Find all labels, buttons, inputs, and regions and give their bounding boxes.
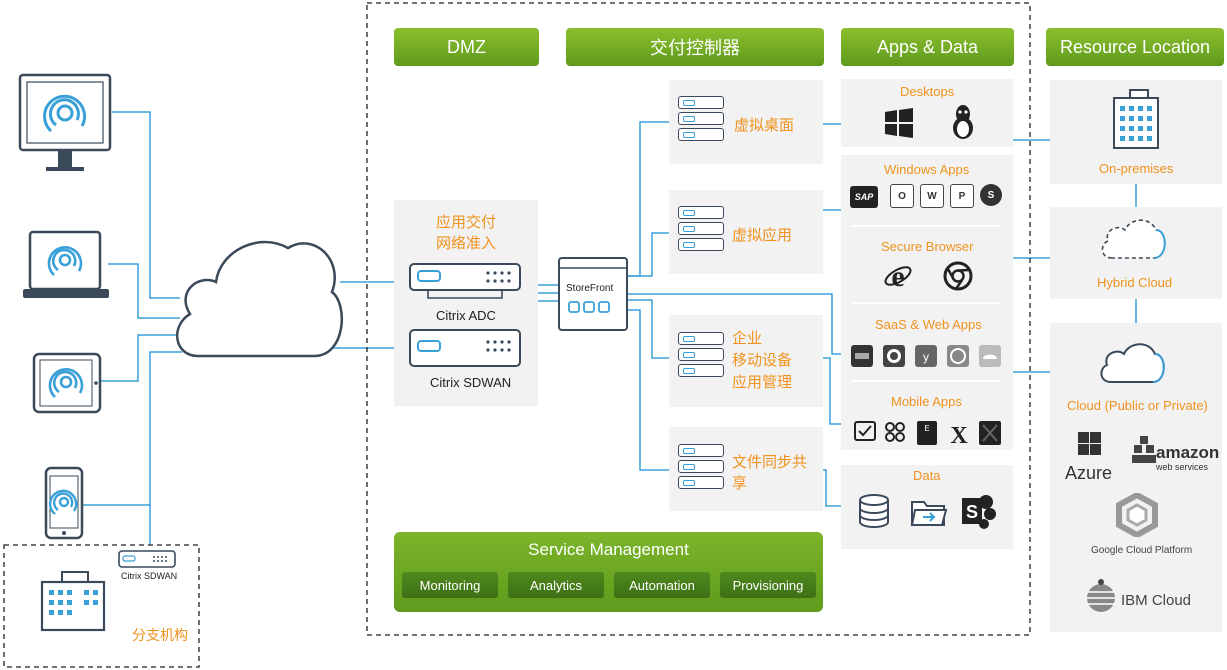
ibm-cloud-label: IBM Cloud <box>1121 592 1192 609</box>
google-cloud-label: Google Cloud Platform <box>1091 545 1193 556</box>
svg-text:e: e <box>891 261 904 291</box>
server-icon-files <box>678 444 724 492</box>
automation-button[interactable]: Automation <box>614 572 710 598</box>
saas-app-icons: y <box>851 344 1003 375</box>
provisioning-button[interactable]: Provisioning <box>720 572 816 598</box>
branch-office-label: 分支机构 <box>132 627 188 643</box>
desktop-monitor-icon <box>18 73 114 182</box>
monitoring-button[interactable]: Monitoring <box>402 572 498 598</box>
ibm-globe-icon <box>1082 576 1120 621</box>
apps-divider-1 <box>851 225 1001 227</box>
office-building-icon <box>1112 88 1160 155</box>
secure-browser-label: Secure Browser <box>881 239 974 254</box>
branch-sdwan-label: Citrix SDWAN <box>121 571 178 581</box>
branch-building-icon <box>40 570 110 637</box>
controller-label-app: 虚拟应用 <box>732 227 793 244</box>
internet-cloud-icon <box>168 228 346 369</box>
server-icon-app <box>678 206 724 254</box>
windows-apps-label: Windows Apps <box>884 162 970 177</box>
aws-label: web services <box>1156 462 1209 472</box>
tablet-icon <box>32 352 102 419</box>
azure-label: Azure <box>1065 463 1113 483</box>
outlook-icon: O <box>890 184 914 208</box>
chrome-icon <box>943 261 973 296</box>
controller-label-mobile-3: 应用管理 <box>732 374 793 391</box>
amazon-label: amazon <box>1156 443 1220 462</box>
windows-icon <box>884 108 914 143</box>
dmz-title-line2: 网络准入 <box>436 235 497 252</box>
sharepoint-icon: S <box>960 492 998 535</box>
apps-divider-2 <box>851 302 1001 304</box>
cloud-icon <box>1097 336 1167 391</box>
smartphone-icon <box>44 466 84 547</box>
mobile-apps-label: Mobile Apps <box>891 394 962 409</box>
controller-label-files-1: 文件同步共 <box>732 454 808 471</box>
aws-cubes-icon <box>1132 436 1156 471</box>
analytics-button[interactable]: Analytics <box>508 572 604 598</box>
svg-text:X: X <box>950 423 968 447</box>
sap-icon: SAP <box>850 186 878 208</box>
service-management-title: Service Management <box>528 540 689 559</box>
google-cloud-hexagon-icon <box>1115 491 1159 542</box>
hybrid-label: Hybrid Cloud <box>1097 275 1173 290</box>
storefront-icon <box>557 256 629 337</box>
citrix-adc-label: Citrix ADC <box>436 308 496 323</box>
controller-label-mobile-2: 移动设备 <box>732 352 793 369</box>
header-apps-data: Apps & Data <box>841 28 1014 66</box>
azure-windows-icon <box>1078 432 1102 461</box>
folder-share-icon <box>910 496 948 533</box>
saas-web-apps-label: SaaS & Web Apps <box>875 317 982 332</box>
header-delivery-controller: 交付控制器 <box>566 28 824 66</box>
header-dmz: DMZ <box>394 28 539 66</box>
svg-text:y: y <box>923 350 929 364</box>
ie-browser-icon: e <box>883 260 913 296</box>
hybrid-cloud-icon <box>1098 214 1168 267</box>
dmz-title-line1: 应用交付 <box>436 214 497 231</box>
powerpoint-icon: P <box>950 184 974 208</box>
controller-label-mobile-1: 企业 <box>732 330 763 347</box>
svg-text:S: S <box>966 502 978 522</box>
laptop-icon <box>22 230 112 307</box>
controller-label-files-2: 享 <box>732 475 748 492</box>
data-label: Data <box>913 468 941 483</box>
citrix-sdwan-device-icon <box>408 328 522 375</box>
cloud-label: Cloud (Public or Private) <box>1067 398 1208 413</box>
word-icon: W <box>920 184 944 208</box>
skype-icon: S <box>980 184 1002 206</box>
controller-label-desktop: 虚拟桌面 <box>734 117 795 134</box>
desktops-label: Desktops <box>900 84 955 99</box>
server-icon-mobile <box>678 332 724 380</box>
apps-divider-3 <box>851 380 1001 382</box>
server-icon-desktop <box>678 96 724 144</box>
citrix-adc-device-icon <box>408 262 522 307</box>
onprem-label: On-premises <box>1099 161 1174 176</box>
database-icon <box>858 492 890 535</box>
storefront-label: StoreFront <box>566 283 614 294</box>
citrix-sdwan-label: Citrix SDWAN <box>430 375 512 390</box>
linux-icon <box>950 104 976 145</box>
header-resource-location: Resource Location <box>1046 28 1224 66</box>
mobile-app-icons: E X <box>853 419 1003 452</box>
svg-text:E: E <box>924 424 929 433</box>
